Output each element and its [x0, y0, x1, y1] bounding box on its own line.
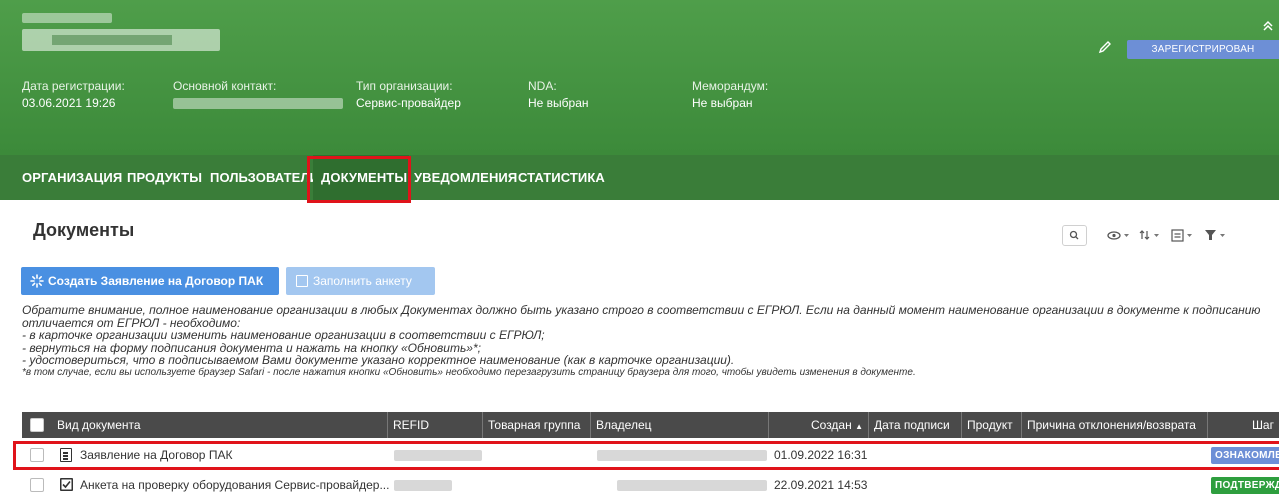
status-badge: ЗАРЕГИСТРИРОВАН: [1127, 40, 1279, 59]
tab-notifications[interactable]: УВЕДОМЛЕНИЯ: [414, 155, 517, 200]
sort-ascending-icon: ▲: [855, 422, 863, 431]
nda-value: Не выбран: [528, 96, 589, 110]
owner-redacted: [617, 480, 767, 491]
column-header-signing-date[interactable]: Дата подписи: [869, 412, 962, 438]
sort-icon: [1139, 230, 1159, 240]
create-application-button[interactable]: Создать Заявление на Договор ПАК: [21, 267, 279, 295]
fill-questionnaire-button[interactable]: Заполнить анкету: [286, 267, 435, 295]
refid-redacted: [394, 480, 452, 491]
checkbox-icon: [296, 275, 308, 287]
organization-type-value: Сервис-провайдер: [356, 96, 461, 110]
list-view-icon: [1171, 229, 1192, 242]
tab-users[interactable]: ПОЛЬЗОВАТЕЛИ: [210, 155, 319, 200]
registration-date-value: 03.06.2021 19:26: [22, 96, 116, 110]
create-application-label: Создать Заявление на Договор ПАК: [48, 274, 264, 288]
memorandum-field: Меморандум: Не выбран: [692, 78, 768, 112]
notice-text: Обратите внимание, полное наименование о…: [22, 304, 1272, 379]
sparkle-icon: [30, 274, 44, 288]
column-header-refid[interactable]: REFID: [388, 412, 483, 438]
memorandum-value: Не выбран: [692, 96, 753, 110]
step-badge: ПОДТВЕРЖДЕНИЕ: [1211, 477, 1279, 494]
organization-header: Дата регистрации: 03.06.2021 19:26 Основ…: [0, 0, 1279, 155]
chevron-up-icon[interactable]: [1262, 20, 1274, 32]
document-type-cell[interactable]: Анкета на проверку оборудования Сервис-п…: [80, 473, 389, 497]
filter-dropdown[interactable]: [1203, 225, 1229, 246]
organization-subtitle-redacted: [22, 13, 112, 23]
registration-date-field: Дата регистрации: 03.06.2021 19:26: [22, 78, 125, 112]
page-title: Документы: [33, 220, 135, 240]
pencil-icon[interactable]: [1098, 40, 1112, 54]
created-cell: 22.09.2021 14:53: [774, 478, 868, 492]
nda-field: NDA: Не выбран: [528, 78, 589, 112]
column-header-step[interactable]: Шаг: [1208, 412, 1279, 438]
column-header-owner[interactable]: Владелец: [591, 412, 769, 438]
organization-type-field: Тип организации: Сервис-провайдер: [356, 78, 461, 112]
tab-statistics[interactable]: СТАТИСТИКА: [518, 155, 605, 200]
documents-tab-highlight: [307, 156, 411, 203]
tab-organization[interactable]: ОРГАНИЗАЦИЯ: [22, 155, 122, 200]
view-mode-dropdown[interactable]: [1170, 225, 1196, 246]
filter-icon: [1205, 230, 1225, 240]
main-contact-label: Основной контакт:: [173, 79, 277, 93]
column-header-product-group[interactable]: Товарная группа: [483, 412, 591, 438]
notice-footnote: *в том случае, если вы используете брауз…: [22, 366, 916, 378]
table-row[interactable]: Анкета на проверку оборудования Сервис-п…: [22, 473, 1279, 497]
notice-line-4: - удостовериться, что в подписываемом Ва…: [22, 353, 735, 367]
column-header-rejection-reason[interactable]: Причина отклонения/возврата: [1022, 412, 1208, 438]
column-header-product[interactable]: Продукт: [962, 412, 1022, 438]
column-header-created[interactable]: Создан ▲: [769, 412, 869, 438]
column-header-document-type[interactable]: Вид документа: [52, 412, 388, 438]
memorandum-label: Меморандум:: [692, 79, 769, 93]
organization-name-redacted: [22, 29, 220, 51]
documents-table-header: Вид документа REFID Товарная группа Влад…: [22, 412, 1279, 438]
columns-visibility-dropdown[interactable]: [1107, 225, 1133, 246]
checkbox-icon: [60, 478, 73, 491]
notice-line-1: Обратите внимание, полное наименование о…: [22, 303, 1261, 330]
first-row-highlight: [13, 441, 1279, 470]
search-icon: [1069, 230, 1079, 240]
registration-date-label: Дата регистрации:: [22, 79, 125, 93]
organization-type-label: Тип организации:: [356, 79, 453, 93]
main-contact-field: Основной контакт:: [173, 78, 343, 114]
eye-icon: [1107, 231, 1129, 240]
row-checkbox[interactable]: [30, 478, 44, 492]
sort-dropdown[interactable]: [1138, 225, 1164, 246]
organization-tabs: ОРГАНИЗАЦИЯ ПРОДУКТЫ ПОЛЬЗОВАТЕЛИ ДОКУМЕ…: [0, 155, 1279, 337]
select-all-checkbox[interactable]: [30, 418, 44, 432]
fill-questionnaire-label: Заполнить анкету: [313, 274, 412, 288]
nda-label: NDA:: [528, 79, 557, 93]
search-button[interactable]: [1062, 225, 1087, 246]
main-contact-value-redacted: [173, 98, 343, 109]
tab-products[interactable]: ПРОДУКТЫ: [127, 155, 202, 200]
notice-line-2: - в карточке организации изменить наимен…: [22, 328, 545, 342]
